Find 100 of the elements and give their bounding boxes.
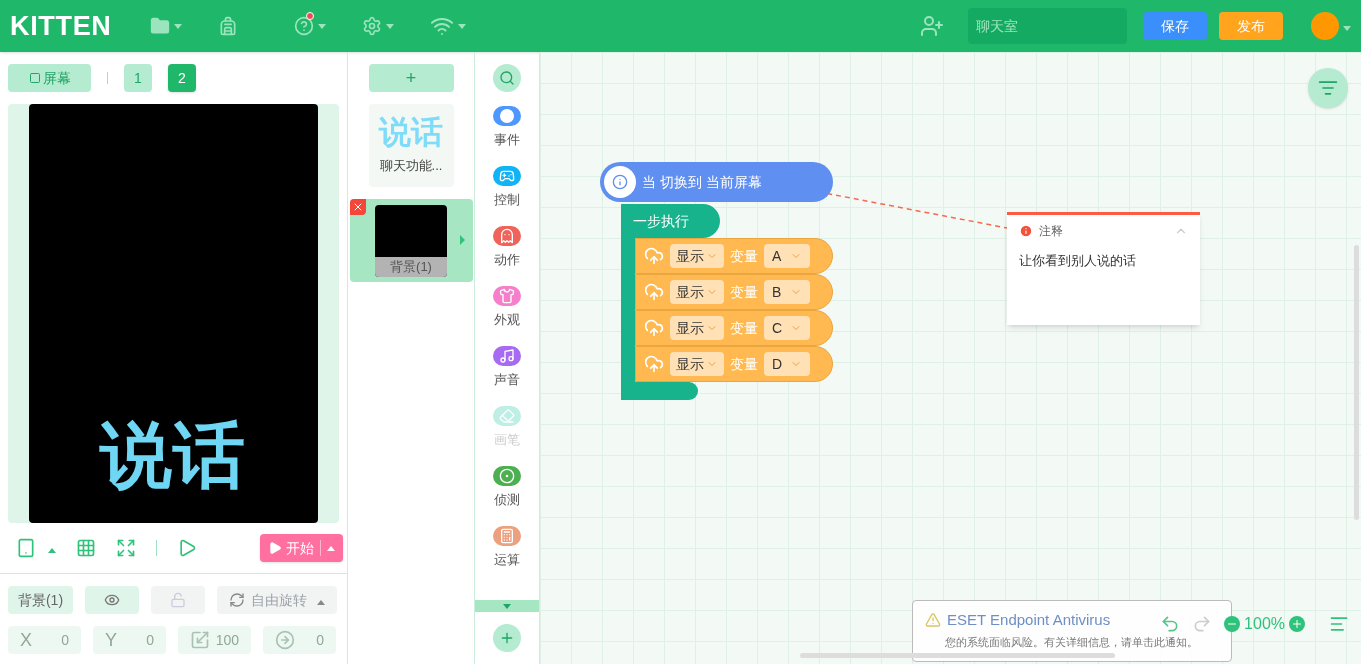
backpack-icon — [218, 16, 238, 36]
plus-icon — [1291, 618, 1303, 630]
zoom-out-button[interactable] — [1224, 616, 1241, 632]
info-icon — [612, 174, 628, 190]
eye-icon — [104, 592, 120, 608]
add-user-button[interactable] — [920, 14, 944, 38]
category-label: 控制 — [494, 191, 520, 210]
grid-icon — [76, 538, 96, 558]
action-dropdown[interactable]: 显示 — [670, 244, 724, 268]
axis-label: Y — [105, 629, 117, 652]
caret-icon — [318, 23, 326, 29]
add-extension-button[interactable] — [493, 624, 521, 652]
category-label: 外观 — [494, 311, 520, 330]
delete-badge[interactable] — [349, 199, 366, 215]
toggle-icon — [500, 109, 514, 124]
redo-icon — [1192, 614, 1213, 634]
caret-icon — [386, 23, 394, 29]
antivirus-notification[interactable]: ESET Endpoint Antivirus 您的系统面临风险。有关详细信息，请单击此通知。 — [912, 600, 1232, 662]
sprite-label: 背景(1) — [375, 257, 447, 277]
category-label: 运算 — [494, 551, 520, 570]
chat-field[interactable]: 聊天室 — [968, 8, 1127, 44]
calculator-icon — [499, 528, 515, 545]
cloud-icon — [644, 354, 664, 374]
search-icon — [499, 70, 515, 86]
logo: KITTEN — [10, 9, 113, 43]
variable-dropdown[interactable]: C — [764, 316, 810, 340]
category-label: 事件 — [494, 131, 520, 150]
action-dropdown[interactable]: 显示 — [670, 280, 724, 304]
category-label: 侦测 — [494, 491, 520, 510]
field-value: 0 — [61, 631, 69, 650]
category-item[interactable]: 运算 — [493, 518, 521, 578]
visibility-button[interactable] — [85, 586, 139, 614]
field-value: 100 — [215, 631, 239, 650]
warning-icon — [925, 612, 941, 629]
backpack-button[interactable] — [218, 16, 238, 36]
variable-dropdown[interactable]: A — [764, 244, 810, 268]
add-user-icon — [920, 14, 944, 38]
play-icon — [268, 541, 282, 555]
caret-icon — [458, 23, 466, 29]
caret-icon — [503, 603, 511, 609]
comment-card[interactable]: 注释 让你看到别人说的话 — [1007, 212, 1200, 325]
avatar[interactable] — [1311, 12, 1339, 40]
folder-icon — [150, 16, 170, 36]
caret-icon — [48, 548, 56, 553]
action-dropdown[interactable]: 显示 — [670, 352, 724, 376]
cloud-icon — [644, 282, 664, 302]
rotate-icon — [229, 592, 245, 608]
preview-button[interactable] — [177, 538, 197, 558]
category-item[interactable]: 声音 — [493, 338, 521, 398]
category-item[interactable]: 动作 — [493, 218, 521, 278]
notification-title: ESET Endpoint Antivirus — [947, 610, 1111, 630]
caret-icon — [1343, 26, 1351, 31]
expand-icon — [116, 538, 136, 558]
category-label: 声音 — [494, 371, 520, 390]
notification-message: 您的系统面临风险。有关详细信息，请单击此通知。 — [945, 634, 1199, 650]
statement-block[interactable]: 显示 变量 B — [635, 274, 833, 310]
cloud-icon — [644, 246, 664, 266]
comment-title: 注释 — [1039, 223, 1063, 239]
scroll-down-bar[interactable] — [475, 600, 539, 612]
comment-text: 让你看到别人说的话 — [1019, 252, 1137, 270]
field-value: 0 — [146, 631, 154, 650]
action-dropdown[interactable]: 显示 — [670, 316, 724, 340]
lock-button[interactable] — [151, 586, 205, 614]
file-menu[interactable] — [150, 16, 182, 36]
statement-block[interactable]: 显示 变量 C — [635, 310, 833, 346]
block-search-button[interactable] — [1308, 68, 1348, 108]
variable-dropdown[interactable]: B — [764, 280, 810, 304]
statement-block[interactable]: 显示 变量 D — [635, 346, 833, 382]
search-button[interactable] — [493, 64, 521, 92]
sprite-card[interactable]: 说话 聊天功能... — [368, 104, 454, 187]
tablet-icon — [16, 538, 36, 558]
fullscreen-button[interactable] — [116, 538, 136, 558]
statement-block[interactable]: 显示 变量 A — [635, 238, 833, 274]
caret-icon — [327, 545, 335, 551]
align-icon — [1329, 614, 1349, 634]
play-screen-icon — [177, 538, 197, 558]
caret-icon — [174, 23, 182, 29]
axis-label: X — [20, 629, 32, 652]
zoom-in-button[interactable] — [1289, 616, 1305, 632]
category-item[interactable]: 控制 — [493, 158, 521, 218]
settings-menu[interactable] — [362, 16, 394, 36]
shirt-icon — [499, 288, 515, 305]
redo-button[interactable] — [1192, 614, 1213, 634]
cloud-icon — [644, 318, 664, 338]
category-item[interactable]: 外观 — [493, 278, 521, 338]
category-item[interactable]: 侦测 — [493, 458, 521, 518]
device-button[interactable] — [16, 538, 36, 558]
unlock-icon — [170, 592, 186, 608]
align-button[interactable] — [1329, 614, 1349, 634]
stage-text: 说话 — [99, 419, 248, 491]
variable-dropdown[interactable]: D — [764, 352, 810, 376]
grid-button[interactable] — [76, 538, 96, 558]
sprite-card[interactable]: 背景(1) — [349, 199, 473, 282]
help-icon — [294, 16, 314, 36]
zoom-level: 100% — [1244, 614, 1285, 634]
block-text: 变量 — [730, 247, 758, 266]
block-text: 变量 — [730, 283, 758, 302]
angle-icon — [275, 630, 295, 650]
sprite-label: 聊天功能... — [379, 156, 443, 175]
category-item[interactable]: 事件 — [493, 98, 521, 158]
